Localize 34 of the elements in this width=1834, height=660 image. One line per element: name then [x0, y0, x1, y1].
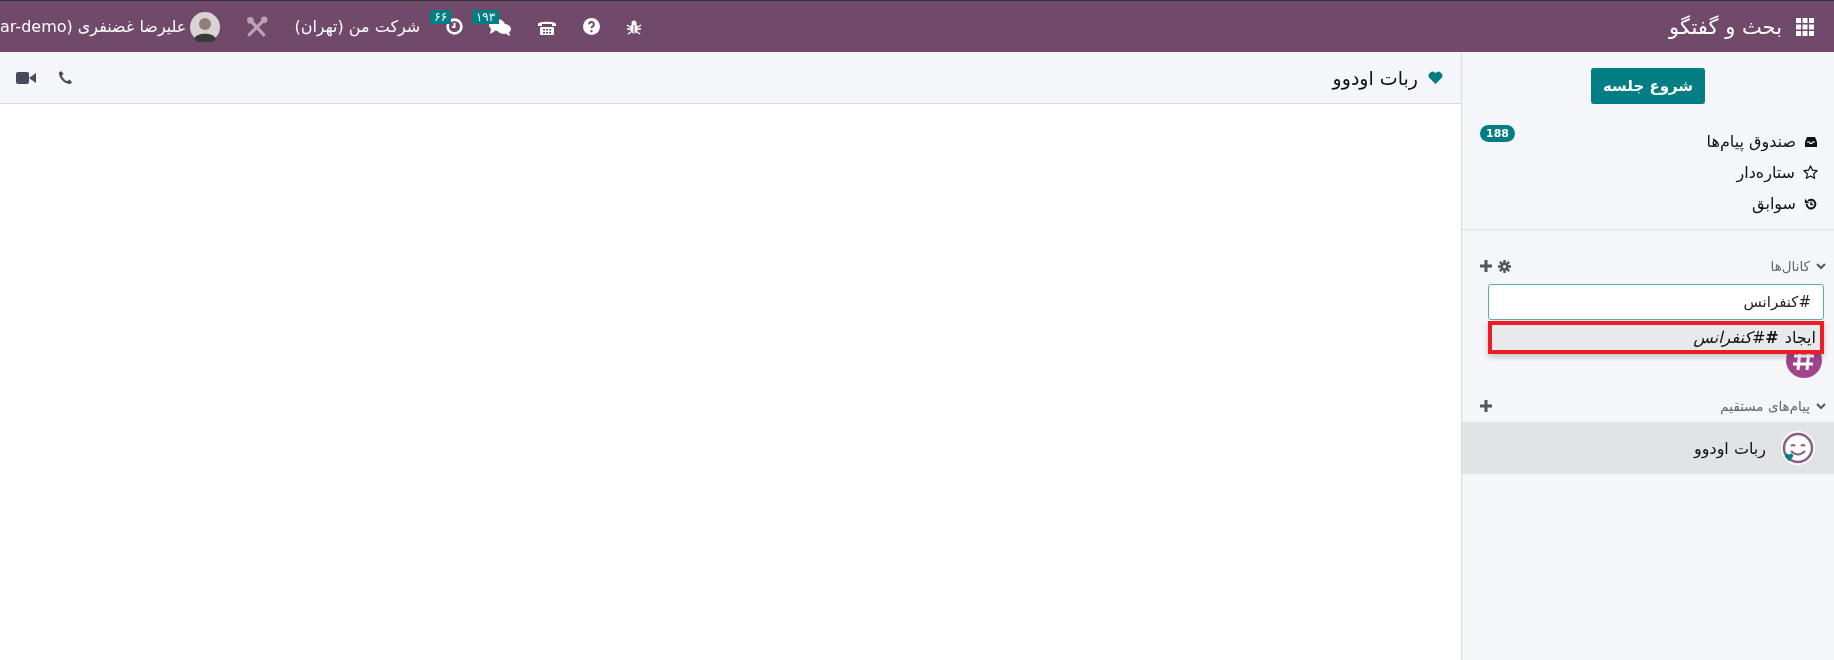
mailbox-link[interactable]: صندوق پیام‌ها	[1706, 132, 1796, 151]
clock-icon[interactable]	[446, 18, 464, 35]
chevron-icon[interactable]	[1816, 261, 1826, 271]
mailbox-link[interactable]: ستاره‌دار	[1736, 163, 1795, 182]
chevron-icon[interactable]	[1816, 401, 1826, 411]
add-icon[interactable]	[1480, 260, 1492, 272]
phone-call-icon[interactable]	[58, 70, 73, 85]
channels-heading[interactable]: کانال‌ها	[1770, 258, 1810, 274]
bug-icon[interactable]	[626, 18, 643, 35]
channel-search-field[interactable]: #کنفرانس	[1488, 284, 1824, 320]
star-icon	[1803, 165, 1818, 180]
start-meeting-button[interactable]: شروع جلسه	[1590, 68, 1706, 104]
mailbox-link[interactable]: سوابق	[1752, 194, 1796, 213]
conversation-item[interactable]: ربات اودوو	[1462, 422, 1834, 474]
tools-icon[interactable]	[246, 15, 269, 38]
app-title: بحث و گفتگو	[1669, 14, 1782, 39]
apps-menu-icon[interactable]	[1796, 17, 1814, 36]
help-icon[interactable]	[583, 18, 601, 35]
inbox-icon	[1804, 135, 1818, 148]
direct-messages-heading[interactable]: پیام‌های مستقیم	[1720, 398, 1810, 414]
message-count: ۱۹۳	[471, 9, 500, 24]
avatar[interactable]	[190, 11, 221, 42]
history-icon	[1804, 196, 1818, 211]
activity-count: ۶۶	[430, 10, 452, 24]
video-camera-icon[interactable]	[16, 70, 36, 85]
conversation-title: ربات اودوو	[1332, 66, 1418, 89]
add-icon[interactable]	[1480, 400, 1492, 412]
user-name[interactable]: علیرضا غضنفری (ar-demo	[0, 17, 187, 36]
unread-count: 188	[1480, 125, 1515, 142]
create-channel-option[interactable]: ایجاد # #کنفرانس	[1488, 321, 1824, 354]
heart-icon	[1428, 71, 1443, 84]
company-switcher[interactable]: شرکت من (تهران)	[294, 17, 421, 36]
bot-avatar-icon	[1780, 430, 1816, 466]
settings-icon[interactable]	[1498, 259, 1511, 273]
